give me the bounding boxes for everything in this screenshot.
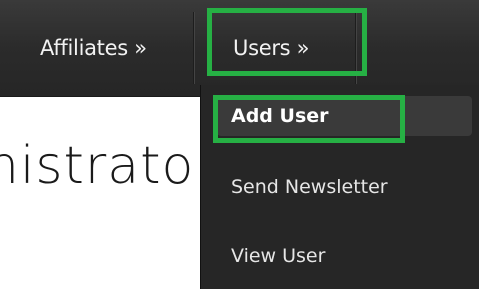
nav-divider: [193, 12, 195, 84]
nav-item-users[interactable]: Users »: [233, 0, 310, 96]
menu-item-send-newsletter[interactable]: Send Newsletter: [231, 167, 388, 207]
users-dropdown-menu: Add User Send Newsletter View User: [200, 85, 479, 289]
nav-divider: [355, 12, 357, 84]
nav-item-affiliates[interactable]: Affiliates »: [40, 0, 147, 96]
top-navbar: Affiliates » Users »: [0, 0, 479, 97]
menu-item-view-user[interactable]: View User: [231, 236, 325, 276]
menu-item-add-user[interactable]: Add User: [217, 96, 472, 136]
